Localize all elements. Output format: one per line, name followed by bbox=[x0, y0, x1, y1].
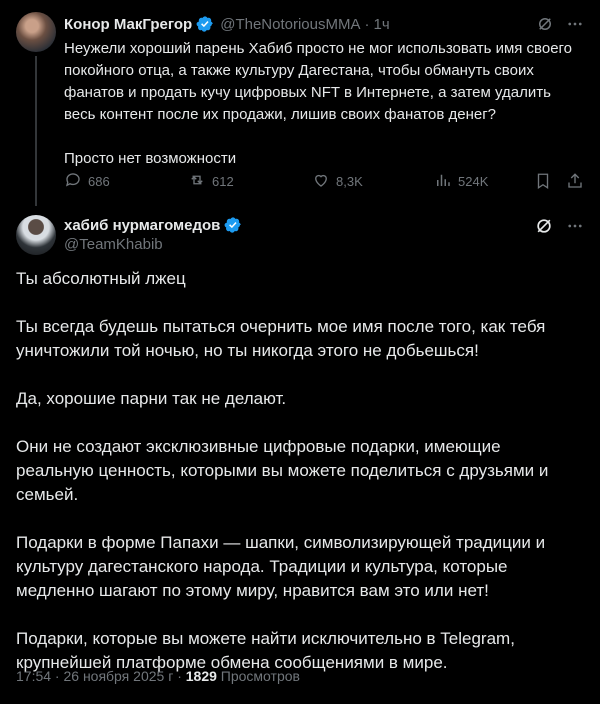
separator-dot: · bbox=[364, 15, 370, 33]
tweet-paragraph: Ты абсолютный лжец bbox=[16, 269, 186, 288]
tweet-actions: 686 612 8,3K 524K bbox=[64, 170, 584, 192]
repost-button[interactable]: 612 bbox=[188, 171, 312, 192]
views-label: Просмотров bbox=[220, 668, 300, 684]
tweet-paragraph: Они не создают эксклюзивные цифровые под… bbox=[16, 437, 549, 504]
more-icon[interactable] bbox=[566, 15, 584, 33]
author-name[interactable]: хабиб нурмагомедов bbox=[64, 217, 220, 234]
views-count: 1829 bbox=[185, 668, 217, 684]
author-name-row: хабиб нурмагомедов bbox=[64, 216, 246, 234]
views-button[interactable]: 524K bbox=[434, 171, 524, 192]
tweet-text: Ты абсолютный лжец Ты всегда будешь пыта… bbox=[16, 267, 582, 699]
tweet-header-actions bbox=[534, 216, 584, 236]
reply-context-tweet[interactable]: Конор МакГрегор @TheNotoriousMMA · 1ч Не… bbox=[0, 0, 600, 206]
reply-icon bbox=[64, 171, 82, 192]
thread-connector-line bbox=[35, 56, 37, 206]
tweet-header: Конор МакГрегор @TheNotoriousMMA · 1ч bbox=[64, 14, 584, 34]
reply-button[interactable]: 686 bbox=[64, 171, 188, 192]
avatar[interactable] bbox=[16, 215, 56, 255]
views-icon bbox=[434, 171, 452, 192]
like-button[interactable]: 8,3K bbox=[312, 171, 434, 192]
verified-badge-icon bbox=[196, 15, 214, 33]
repost-icon bbox=[188, 171, 206, 192]
author-handle[interactable]: @TeamKhabib bbox=[64, 236, 163, 253]
tweet-text: Неужели хороший парень Хабиб просто не м… bbox=[64, 40, 573, 167]
grok-icon[interactable] bbox=[536, 15, 554, 33]
tweet-meta: 17:54 · 26 ноября 2025 г · 1829 Просмотр… bbox=[16, 668, 300, 684]
tweet-timestamp[interactable]: 17:54 · 26 ноября 2025 г bbox=[16, 668, 173, 684]
reply-count: 686 bbox=[88, 173, 110, 189]
share-icon[interactable] bbox=[566, 172, 584, 190]
tweet-paragraph: Да, хорошие парни так не делают. bbox=[16, 389, 287, 408]
author-name[interactable]: Конор МакГрегор bbox=[64, 16, 192, 33]
like-icon bbox=[312, 171, 330, 192]
main-tweet: хабиб нурмагомедов @TeamKhabib Ты абсолю… bbox=[0, 205, 600, 704]
views-count: 524K bbox=[458, 173, 489, 189]
author-handle[interactable]: @TheNotoriousMMA bbox=[220, 16, 360, 33]
bookmark-icon[interactable] bbox=[534, 172, 552, 190]
avatar[interactable] bbox=[16, 12, 56, 52]
repost-count: 612 bbox=[212, 173, 234, 189]
more-icon[interactable] bbox=[566, 217, 584, 235]
tweet-time[interactable]: 1ч bbox=[374, 16, 390, 33]
tweet-paragraph: Ты всегда будешь пытаться очернить мое и… bbox=[16, 317, 546, 360]
like-count: 8,3K bbox=[336, 173, 363, 189]
verified-badge-icon bbox=[224, 216, 242, 234]
separator-dot: · bbox=[177, 668, 182, 684]
tweet-paragraph: Подарки в форме Папахи — шапки, символиз… bbox=[16, 533, 546, 600]
grok-icon[interactable] bbox=[534, 216, 554, 236]
